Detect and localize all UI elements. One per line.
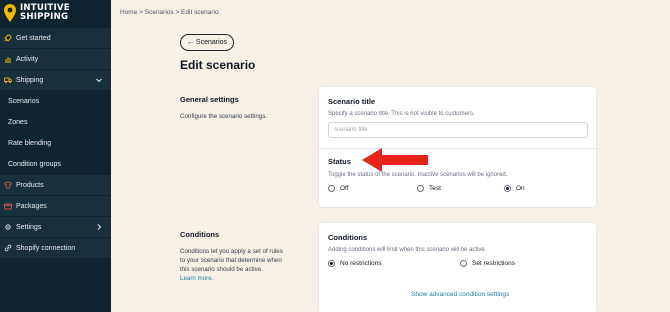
sidebar-item-label: Settings	[16, 223, 42, 231]
radio-label: Set restrictions	[472, 260, 515, 267]
conditions-heading: Conditions	[180, 230, 220, 239]
conditions-help: Adding conditions will limit when this s…	[328, 247, 487, 253]
rocket-icon	[4, 34, 12, 42]
sidebar-item-label: Activity	[16, 55, 39, 63]
radio-circle	[460, 260, 467, 267]
brand-line-2: SHIPPING	[20, 12, 69, 22]
radio-circle-selected	[504, 185, 511, 192]
sidebar-item-label: Scenarios	[8, 98, 40, 105]
shirt-icon	[4, 181, 12, 189]
sidebar-item-get-started[interactable]: Get started	[0, 28, 111, 49]
red-arrow-annotation	[362, 148, 428, 172]
sidebar-item-condition-groups[interactable]: Condition groups	[0, 154, 111, 175]
radio-circle	[328, 185, 335, 192]
radio-label: No restrictions	[340, 260, 382, 267]
conditions-desc-line: to your scenario that determine when	[180, 257, 282, 264]
link-icon	[4, 244, 12, 252]
status-label: Status	[328, 157, 351, 166]
sidebar-item-products[interactable]: Products	[0, 175, 111, 196]
location-pin-icon	[4, 4, 16, 22]
learn-more-link[interactable]: Learn more.	[180, 275, 213, 282]
sidebar-item-label: Get started	[16, 34, 51, 42]
sidebar-item-label: Shopify connection	[16, 244, 76, 252]
chevron-right-icon	[97, 224, 102, 230]
radio-circle	[417, 185, 424, 192]
radio-label: Test	[429, 185, 441, 192]
sidebar-item-label: Rate blending	[8, 140, 52, 147]
radio-label: Off	[340, 185, 349, 192]
general-settings-description: Configure the scenario settings.	[180, 113, 268, 120]
sidebar-nav: Get started Activity Shipping Scenarios …	[0, 28, 111, 259]
back-to-scenarios-button[interactable]: ← Scenarios	[180, 34, 234, 51]
chevron-down-icon	[96, 78, 102, 83]
gear-icon	[4, 223, 12, 231]
sidebar-item-zones[interactable]: Zones	[0, 112, 111, 133]
radio-label: On	[516, 185, 525, 192]
status-test-radio[interactable]: Test	[417, 185, 441, 192]
sidebar-item-activity[interactable]: Activity	[0, 49, 111, 70]
set-restrictions-radio[interactable]: Set restrictions	[460, 260, 515, 267]
general-settings-heading: General settings	[180, 95, 239, 104]
sidebar-item-shipping[interactable]: Shipping	[0, 70, 111, 91]
sidebar-item-label: Zones	[8, 119, 28, 126]
scenario-title-help: Specify a scenario title. This is not vi…	[328, 111, 475, 117]
sidebar-item-label: Condition groups	[8, 161, 61, 168]
status-on-radio[interactable]: On	[504, 185, 525, 192]
truck-icon	[4, 76, 12, 84]
conditions-description: Conditions let you apply a set of rules …	[180, 247, 283, 283]
conditions-desc-line: this scenario should be active.	[180, 266, 263, 273]
conditions-card: Conditions Adding conditions will limit …	[318, 222, 597, 312]
sidebar-item-rate-blending[interactable]: Rate blending	[0, 133, 111, 154]
sidebar-item-packages[interactable]: Packages	[0, 196, 111, 217]
sidebar-item-scenarios[interactable]: Scenarios	[0, 91, 111, 112]
sidebar-item-label: Products	[16, 181, 44, 189]
no-restrictions-radio[interactable]: No restrictions	[328, 260, 382, 267]
sidebar-item-label: Packages	[16, 202, 47, 210]
radio-circle-selected	[328, 260, 335, 267]
activity-chart-icon	[4, 55, 12, 63]
package-icon	[4, 202, 12, 210]
page-title: Edit scenario	[180, 58, 256, 72]
scenario-title-label: Scenario title	[328, 97, 376, 106]
brand-logo[interactable]: INTUITIVE SHIPPING	[4, 4, 111, 26]
breadcrumb[interactable]: Home > Scenarios > Edit scenario	[120, 9, 219, 16]
sidebar: INTUITIVE SHIPPING Get started Activity …	[0, 0, 111, 312]
status-off-radio[interactable]: Off	[328, 185, 349, 192]
sidebar-item-shopify-connection[interactable]: Shopify connection	[0, 238, 111, 259]
conditions-desc-line: Conditions let you apply a set of rules	[180, 248, 283, 255]
sidebar-item-label: Shipping	[16, 76, 44, 84]
conditions-card-title: Conditions	[328, 233, 368, 242]
sidebar-item-settings[interactable]: Settings	[0, 217, 111, 238]
show-advanced-conditions-link[interactable]: Show advanced condition settings	[411, 291, 509, 298]
scenario-title-input[interactable]: scenario title	[328, 122, 588, 138]
brand-name: INTUITIVE SHIPPING	[20, 4, 70, 22]
